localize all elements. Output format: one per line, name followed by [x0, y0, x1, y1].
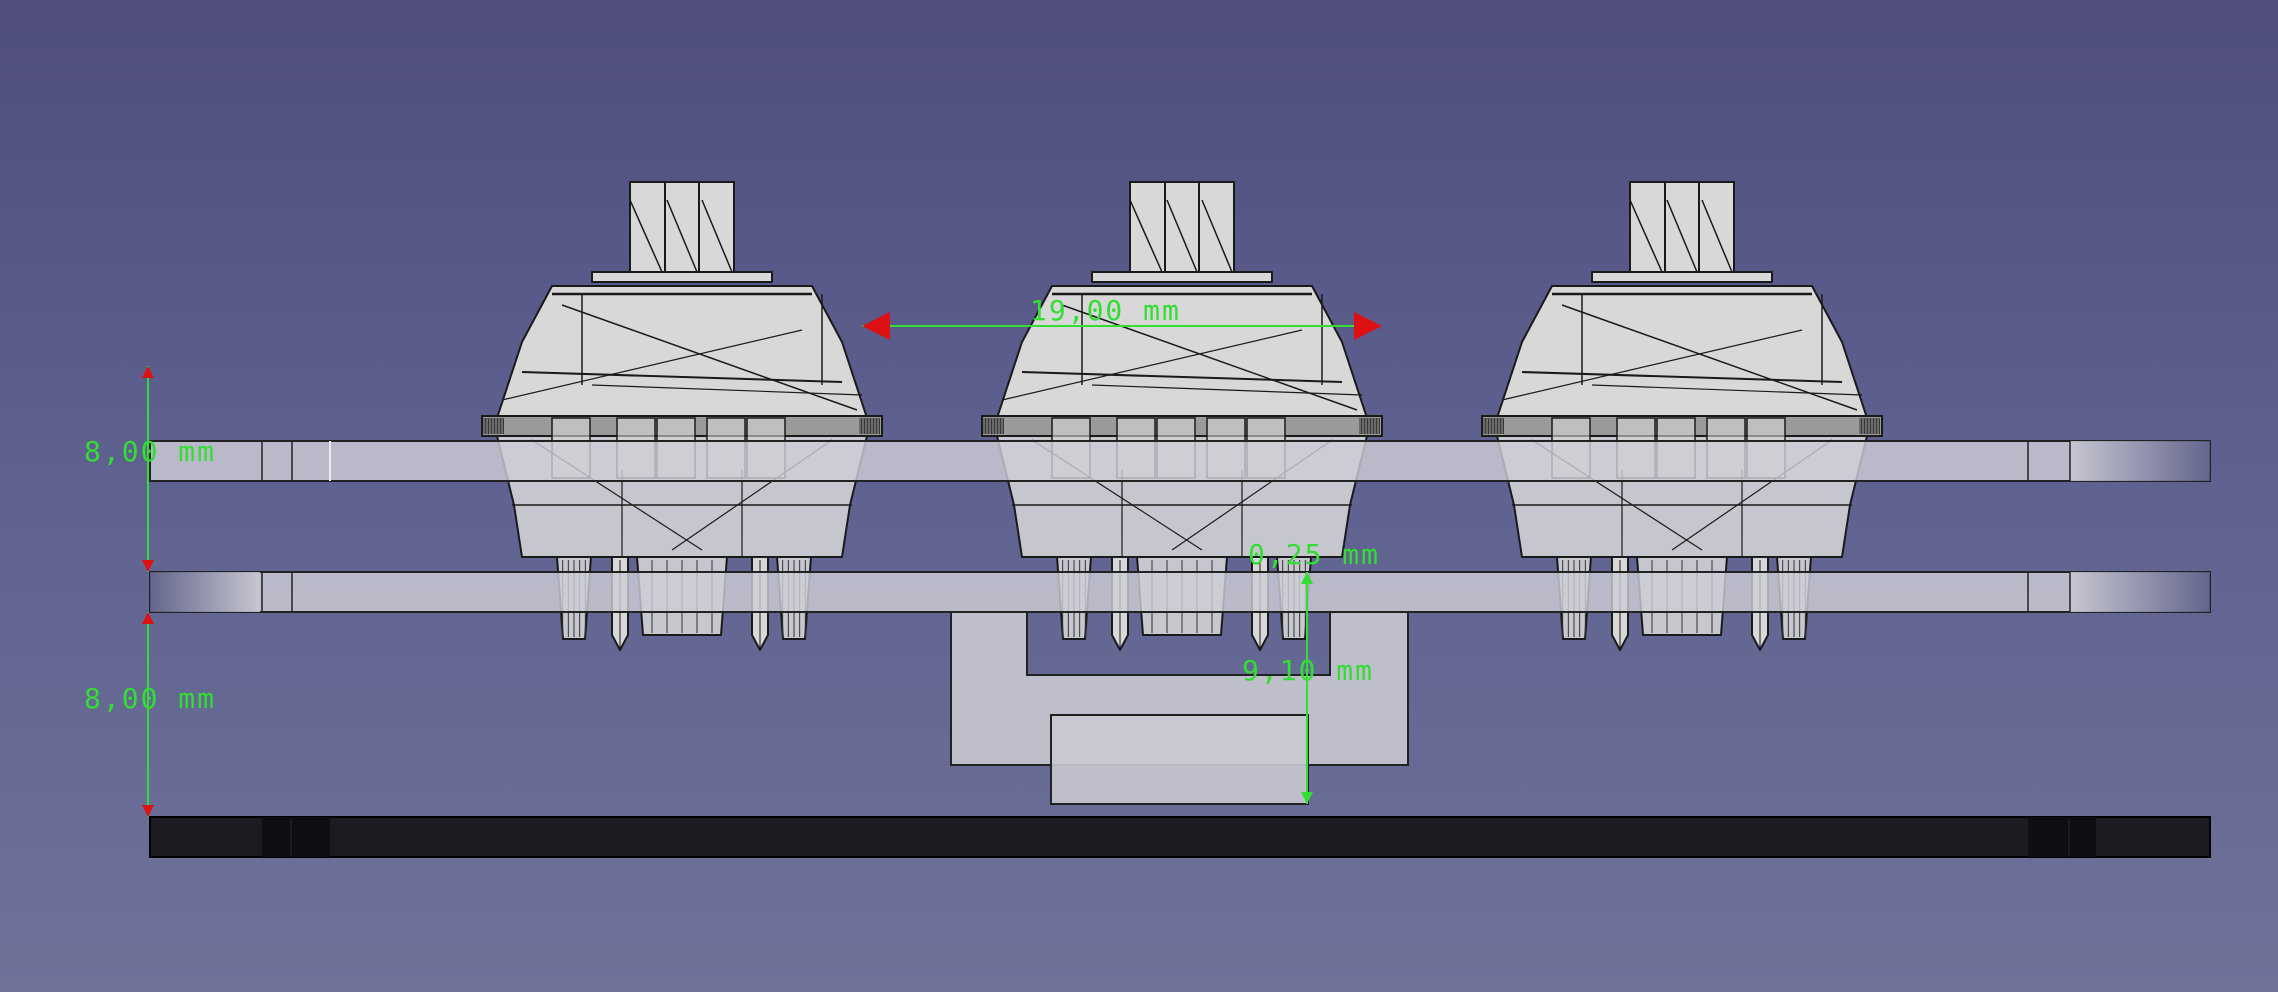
dimension-lower-gap-label: 8,00 mm — [84, 682, 216, 715]
bracket-part[interactable] — [950, 611, 1409, 805]
dimension-small-gap-label: 0,25 mm — [1248, 538, 1380, 571]
dimension-spacing-label: 19,00 mm — [1030, 294, 1181, 327]
pcb-board[interactable] — [149, 816, 2211, 858]
middle-plate[interactable] — [149, 571, 2211, 613]
3d-viewport[interactable]: 19,00 mm 8,00 mm 8,00 mm 0,25 mm 9,10 mm — [0, 0, 2278, 992]
top-plate[interactable] — [149, 440, 2211, 482]
dimension-small-gap[interactable]: 0,25 mm — [1248, 538, 1380, 571]
dimension-lower-gap[interactable]: 8,00 mm — [84, 612, 216, 817]
dimension-upper-gap-label: 8,00 mm — [84, 435, 216, 468]
cad-scene[interactable]: 19,00 mm 8,00 mm 8,00 mm 0,25 mm 9,10 mm — [0, 0, 2278, 992]
dimension-depth-label: 9,10 mm — [1242, 654, 1374, 687]
